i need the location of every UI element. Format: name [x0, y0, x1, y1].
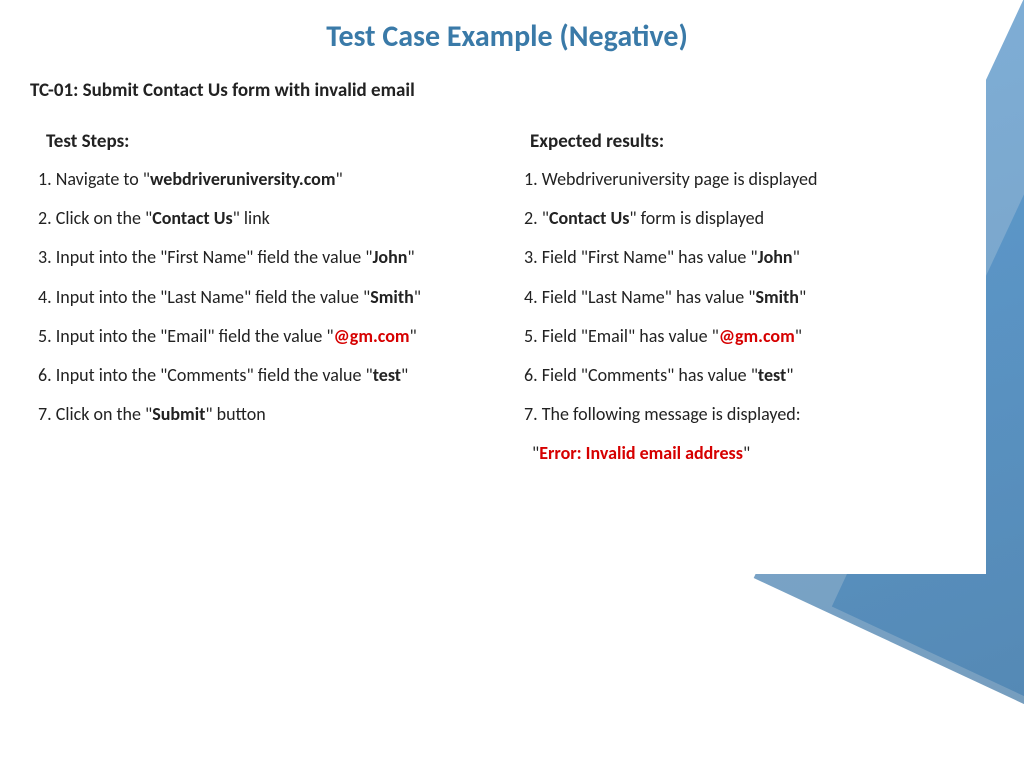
- result-8-error: "Error: Invalid email address": [524, 441, 986, 466]
- result-5: 5. Field "Email" has value "@gm.com": [524, 324, 986, 349]
- result-4-pre: 4. Field "Last Name" has value ": [524, 286, 755, 308]
- step-6-post: ": [401, 364, 408, 386]
- step-6: 6. Input into the "Comments" field the v…: [38, 363, 500, 388]
- result-6-post: ": [786, 364, 793, 386]
- step-4-post: ": [414, 286, 421, 308]
- slide-title: Test Case Example (Negative): [28, 0, 986, 55]
- step-3: 3. Input into the "First Name" field the…: [38, 245, 500, 270]
- step-4: 4. Input into the "Last Name" field the …: [38, 285, 500, 310]
- step-5-pre: 5. Input into the "Email" field the valu…: [38, 325, 334, 347]
- result-4-bold: Smith: [755, 286, 798, 308]
- result-4-post: ": [799, 286, 806, 308]
- step-3-bold: John: [372, 246, 407, 268]
- test-steps-column: Test Steps: 1. Navigate to "webdriveruni…: [28, 130, 500, 481]
- result-3-bold: John: [758, 246, 793, 268]
- result-8-error-text: Error: Invalid email address: [539, 442, 743, 464]
- result-2-bold: Contact Us: [549, 207, 629, 229]
- step-7-bold: Submit: [152, 403, 205, 425]
- step-2-post: " link: [233, 207, 270, 229]
- step-4-bold: Smith: [370, 286, 413, 308]
- expected-results-header: Expected results:: [524, 130, 986, 153]
- result-2: 2. "Contact Us" form is displayed: [524, 206, 986, 231]
- result-3-post: ": [793, 246, 800, 268]
- result-2-post: " form is displayed: [629, 207, 764, 229]
- test-steps-header: Test Steps:: [38, 130, 500, 153]
- step-7-post: " button: [205, 403, 265, 425]
- step-3-pre: 3. Input into the "First Name" field the…: [38, 246, 372, 268]
- step-1-post: ": [335, 168, 342, 190]
- step-6-bold: test: [373, 364, 401, 386]
- result-5-pre: 5. Field "Email" has value ": [524, 325, 719, 347]
- two-column-layout: Test Steps: 1. Navigate to "webdriveruni…: [28, 130, 986, 481]
- step-7-pre: 7. Click on the ": [38, 403, 152, 425]
- result-6-bold: test: [758, 364, 786, 386]
- step-2: 2. Click on the "Contact Us" link: [38, 206, 500, 231]
- result-2-pre: 2. ": [524, 207, 549, 229]
- step-3-post: ": [407, 246, 414, 268]
- result-3: 3. Field "First Name" has value "John": [524, 245, 986, 270]
- result-8-post: ": [743, 442, 750, 464]
- result-4: 4. Field "Last Name" has value "Smith": [524, 285, 986, 310]
- testcase-id-title: TC-01: Submit Contact Us form with inval…: [28, 79, 986, 102]
- step-5-post: ": [410, 325, 417, 347]
- step-1-bold: webdriveruniversity.com: [150, 168, 335, 190]
- step-2-bold: Contact Us: [152, 207, 232, 229]
- result-1: 1. Webdriveruniversity page is displayed: [524, 167, 986, 192]
- result-6: 6. Field "Comments" has value "test": [524, 363, 986, 388]
- result-3-pre: 3. Field "First Name" has value ": [524, 246, 758, 268]
- step-5-bold: @gm.com: [334, 325, 410, 347]
- result-5-bold: @gm.com: [719, 325, 795, 347]
- result-7: 7. The following message is displayed:: [524, 402, 986, 427]
- step-7: 7. Click on the "Submit" button: [38, 402, 500, 427]
- expected-results-column: Expected results: 1. Webdriveruniversity…: [524, 130, 986, 481]
- step-4-pre: 4. Input into the "Last Name" field the …: [38, 286, 370, 308]
- result-6-pre: 6. Field "Comments" has value ": [524, 364, 758, 386]
- step-1: 1. Navigate to "webdriveruniversity.com": [38, 167, 500, 192]
- step-2-pre: 2. Click on the ": [38, 207, 152, 229]
- step-5: 5. Input into the "Email" field the valu…: [38, 324, 500, 349]
- step-6-pre: 6. Input into the "Comments" field the v…: [38, 364, 373, 386]
- step-1-pre: 1. Navigate to ": [38, 168, 150, 190]
- result-5-post: ": [795, 325, 802, 347]
